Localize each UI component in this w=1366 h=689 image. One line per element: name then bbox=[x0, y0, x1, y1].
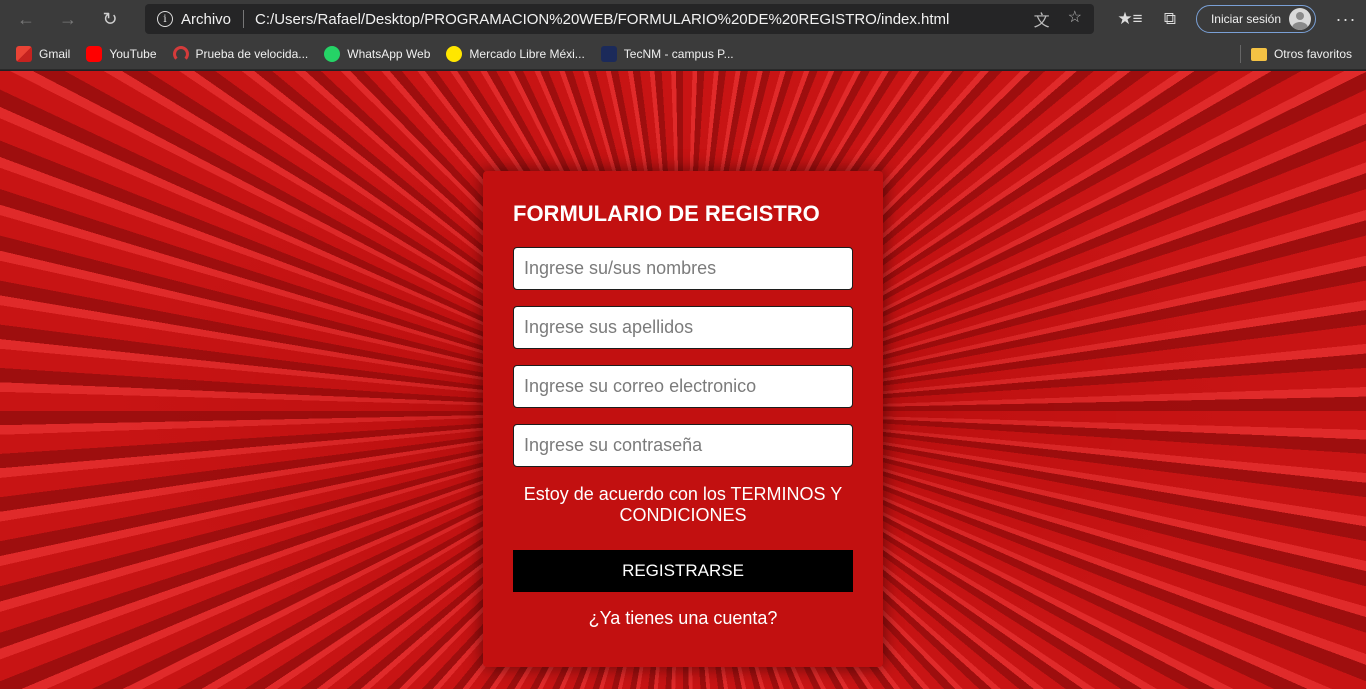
tecnm-icon bbox=[600, 45, 617, 62]
bookmarks-bar: Gmail YouTube Prueba de velocida... What… bbox=[0, 38, 1366, 70]
first-name-input[interactable] bbox=[513, 247, 853, 290]
bookmark-gmail[interactable]: Gmail bbox=[16, 45, 71, 62]
signin-label: Iniciar sesión bbox=[1210, 12, 1281, 26]
translate-icon[interactable]: 文 bbox=[1034, 7, 1050, 31]
password-input[interactable] bbox=[513, 424, 853, 467]
browser-toolbar: ← → ↻ i Archivo C:/Users/Rafael/Desktop/… bbox=[0, 0, 1366, 38]
avatar bbox=[1289, 8, 1311, 30]
registration-form: FORMULARIO DE REGISTRO Estoy de acuerdo … bbox=[483, 171, 883, 667]
bookmark-label: Prueba de velocida... bbox=[195, 46, 309, 61]
collections-icon[interactable]: ⧉ bbox=[1150, 9, 1190, 29]
address-scheme-label: Archivo bbox=[181, 10, 232, 28]
back-arrow-icon[interactable]: ← bbox=[8, 4, 44, 34]
other-favorites-label: Otros favoritos bbox=[1273, 47, 1352, 61]
reload-icon[interactable]: ↻ bbox=[92, 4, 128, 34]
address-bar[interactable]: i Archivo C:/Users/Rafael/Desktop/PROGRA… bbox=[145, 4, 1094, 34]
bookmark-speedtest[interactable]: Prueba de velocida... bbox=[172, 45, 309, 62]
last-name-input[interactable] bbox=[513, 306, 853, 349]
login-link[interactable]: ¿Ya tienes una cuenta? bbox=[513, 608, 853, 629]
bookmark-mercadolibre[interactable]: Mercado Libre Méxi... bbox=[446, 45, 585, 62]
info-icon[interactable]: i bbox=[157, 11, 173, 27]
favorites-icon[interactable]: ★≡ bbox=[1110, 9, 1150, 29]
form-title: FORMULARIO DE REGISTRO bbox=[513, 201, 820, 226]
bookmark-label: Mercado Libre Méxi... bbox=[469, 46, 585, 61]
email-input[interactable] bbox=[513, 365, 853, 408]
bookmark-other-favorites[interactable]: Otros favoritos bbox=[1250, 47, 1352, 61]
mercadolibre-icon bbox=[446, 45, 463, 62]
signin-button[interactable]: Iniciar sesión bbox=[1195, 5, 1316, 33]
folder-icon bbox=[1250, 47, 1267, 61]
bookmark-whatsapp[interactable]: WhatsApp Web bbox=[324, 45, 431, 62]
bookmark-youtube[interactable]: YouTube bbox=[86, 45, 157, 62]
forward-arrow-icon[interactable]: → bbox=[50, 4, 86, 34]
youtube-icon bbox=[86, 45, 103, 62]
register-button[interactable]: REGISTRARSE bbox=[513, 550, 853, 592]
gmail-icon bbox=[16, 45, 32, 62]
bookmark-label: TecNM - campus P... bbox=[623, 46, 734, 61]
bookmark-label: Gmail bbox=[39, 46, 71, 61]
bookmark-label: WhatsApp Web bbox=[347, 46, 431, 61]
terms-text: Estoy de acuerdo con los TERMINOS Y COND… bbox=[523, 484, 843, 525]
address-url[interactable]: C:/Users/Rafael/Desktop/PROGRAMACION%20W… bbox=[255, 11, 1034, 28]
more-icon[interactable]: ··· bbox=[1326, 9, 1366, 30]
bookmark-label: YouTube bbox=[109, 46, 157, 61]
speedometer-icon bbox=[172, 45, 189, 62]
whatsapp-icon bbox=[324, 45, 341, 62]
address-divider bbox=[243, 10, 245, 28]
bookmarks-divider bbox=[1239, 45, 1241, 63]
page-background: FORMULARIO DE REGISTRO Estoy de acuerdo … bbox=[0, 71, 1366, 689]
star-icon[interactable]: ☆ bbox=[1068, 7, 1082, 31]
bookmark-tecnm[interactable]: TecNM - campus P... bbox=[600, 45, 734, 62]
